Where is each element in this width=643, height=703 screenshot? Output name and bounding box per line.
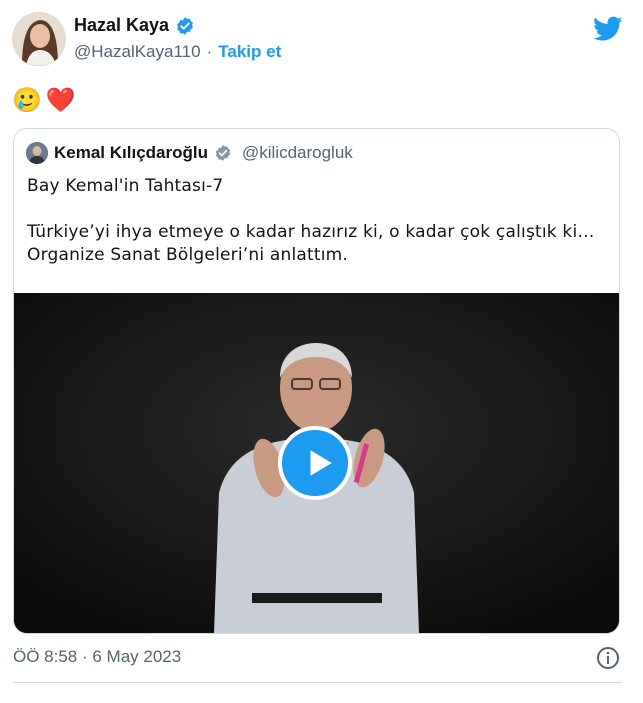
video-player[interactable] (14, 293, 619, 633)
author-name[interactable]: Hazal Kaya (74, 15, 169, 36)
heart-emoji: ❤️ (45, 87, 76, 114)
embedded-tweet: Hazal Kaya @HazalKaya110 · Takip et 🥲 ❤️… (0, 0, 643, 703)
tweet-timestamp[interactable]: ÖÖ 8:58 · 6 May 2023 (13, 647, 181, 667)
play-button[interactable] (278, 426, 352, 500)
quoted-tweet[interactable]: Kemal Kılıçdaroğlu @kilicdarogluk Bay Ke… (13, 128, 620, 634)
divider (13, 682, 622, 683)
quoted-header: Kemal Kılıçdaroğlu @kilicdarogluk (26, 142, 353, 164)
follow-button[interactable]: Takip et (218, 42, 281, 62)
quoted-author-handle: @kilicdarogluk (241, 143, 353, 162)
author-name-row: Hazal Kaya (74, 15, 195, 36)
verified-badge-icon (215, 145, 231, 161)
info-icon[interactable] (596, 646, 620, 670)
quoted-avatar (26, 142, 48, 164)
quoted-author-name: Kemal Kılıçdaroğlu (54, 143, 208, 162)
tweet-text: 🥲 ❤️ (12, 86, 76, 115)
quoted-text-line: Bay Kemal'in Tahtası-7 (27, 176, 224, 196)
author-handle[interactable]: @HazalKaya110 (74, 42, 201, 62)
verified-badge-icon (177, 16, 193, 35)
smiling-tear-emoji: 🥲 (12, 87, 42, 114)
author-avatar[interactable] (12, 12, 66, 66)
twitter-bird-icon[interactable] (593, 16, 623, 42)
quoted-text-line (27, 198, 612, 221)
quoted-text-line: Organize Sanat Bölgeleri’ni anlattım. (27, 245, 349, 265)
separator-dot: · (206, 42, 213, 61)
author-handle-row: @HazalKaya110 · Takip et (74, 42, 281, 62)
quoted-text: Bay Kemal'in Tahtası-7 Türkiye’yi ihya e… (27, 175, 612, 267)
quoted-text-line: Türkiye’yi ihya etmeye o kadar hazırız k… (27, 222, 595, 242)
play-icon (310, 450, 332, 476)
